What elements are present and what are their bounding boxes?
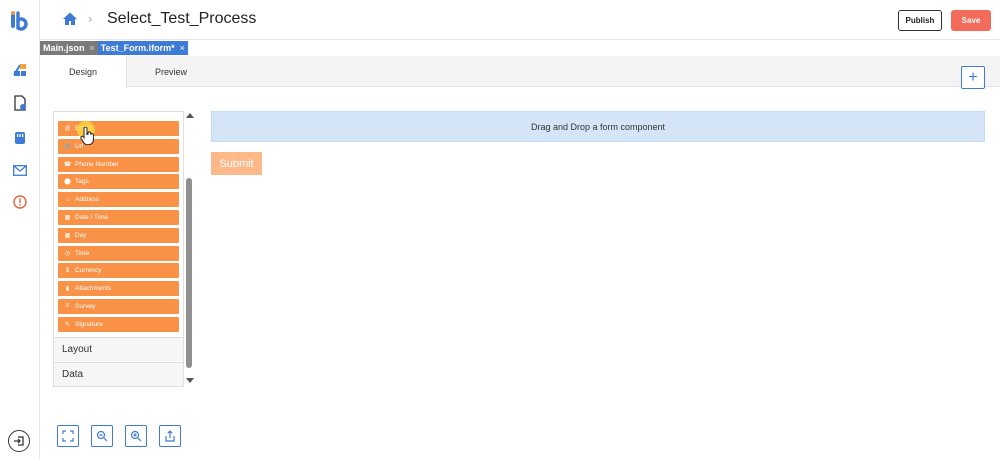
section-data[interactable]: Data: [54, 362, 183, 386]
tab-preview[interactable]: Preview: [127, 56, 215, 87]
flow-icon[interactable]: [10, 60, 30, 80]
at-icon: @: [64, 125, 71, 132]
palette-item-label: Date / Time: [75, 213, 109, 221]
clock-icon: ◷: [64, 250, 71, 257]
file-icon: ▮: [65, 286, 70, 293]
list-icon: ≡: [65, 303, 70, 310]
palette-item-label: Address: [75, 196, 99, 204]
palette-item-tags[interactable]: ⬤ Tags: [58, 174, 179, 190]
component-palette: @Email🔗Url☎Phone Number⬤Tags⌂Address▦Dat…: [53, 111, 184, 387]
link-icon: 🔗: [63, 143, 72, 150]
palette-item-label: Tags: [75, 178, 89, 186]
calendar-icon: ▦: [64, 232, 71, 239]
palette-item-label: Currency: [75, 267, 102, 275]
logout-icon[interactable]: [8, 430, 30, 452]
pen-icon: ✎: [64, 321, 71, 328]
palette-item-date-time[interactable]: ▦ Date / Time: [58, 209, 179, 225]
palette-item-label: Time: [75, 249, 90, 257]
home-icon: ⌂: [65, 196, 70, 203]
palette-item-label: Phone Number: [75, 160, 119, 168]
mail-icon[interactable]: [10, 160, 30, 180]
file-tab-label: Main.json: [43, 43, 85, 53]
document-icon[interactable]: [10, 93, 30, 113]
palette-item-survey[interactable]: ≡ Survey: [58, 298, 179, 314]
palette-item-label: Survey: [75, 302, 96, 310]
palette-item-url[interactable]: 🔗 Url: [58, 138, 179, 154]
zoom-in-icon[interactable]: [125, 425, 147, 447]
submit-button[interactable]: Submit: [211, 152, 262, 175]
palette-item-label: Day: [75, 231, 87, 239]
add-button[interactable]: +: [961, 66, 985, 89]
page-title: Select_Test_Process: [107, 10, 257, 27]
drop-zone[interactable]: Drag and Drop a form component: [211, 111, 985, 142]
hand-cursor-icon: [80, 127, 94, 145]
close-icon[interactable]: ×: [180, 43, 185, 53]
logo-icon[interactable]: [9, 10, 31, 32]
palette-item-day[interactable]: ▦ Day: [58, 227, 179, 243]
file-tab-main-json[interactable]: Main.json ×: [40, 41, 98, 55]
section-layout[interactable]: Layout: [54, 337, 183, 361]
fit-screen-icon[interactable]: [57, 425, 79, 447]
zoom-out-icon[interactable]: [91, 425, 113, 447]
tag-icon: ⬤: [64, 179, 71, 186]
view-tabs: Design Preview +: [40, 56, 1000, 89]
calendar-icon: ▦: [64, 214, 71, 221]
close-icon[interactable]: ×: [90, 43, 95, 53]
dollar-icon: $: [65, 267, 70, 274]
breadcrumb-separator: ›: [88, 11, 93, 26]
home-icon[interactable]: [62, 11, 78, 27]
left-rail: [0, 0, 40, 459]
save-button[interactable]: Save: [951, 10, 991, 31]
tab-design[interactable]: Design: [40, 56, 127, 88]
palette-item-attachments[interactable]: ▮ Attachments: [58, 281, 179, 297]
palette-item-label: Signature: [75, 320, 103, 328]
palette-item-label: Attachments: [75, 285, 112, 293]
palette-item-signature[interactable]: ✎ Signature: [58, 316, 179, 332]
publish-button[interactable]: Publish: [898, 10, 942, 31]
scroll-thumb[interactable]: [186, 178, 192, 368]
file-tab-test-form[interactable]: Test_Form.iform* ×: [97, 41, 188, 55]
scroll-up-arrow[interactable]: [186, 113, 194, 118]
palette-item-phone-number[interactable]: ☎ Phone Number: [58, 156, 179, 172]
palette-item-currency[interactable]: $ Currency: [58, 263, 179, 279]
palette-scrollbar[interactable]: [185, 111, 195, 387]
alert-icon[interactable]: [10, 192, 30, 212]
header-bar: › Select_Test_Process Publish Save: [40, 0, 1000, 40]
palette-item-address[interactable]: ⌂ Address: [58, 192, 179, 208]
app-root: › Select_Test_Process Publish Save Main.…: [0, 0, 1000, 459]
palette-item-time[interactable]: ◷ Time: [58, 245, 179, 261]
storage-icon[interactable]: [10, 128, 30, 148]
file-tabs: Main.json × Test_Form.iform* ×: [40, 41, 188, 55]
scroll-down-arrow[interactable]: [186, 378, 194, 383]
export-icon[interactable]: [159, 425, 181, 447]
phone-icon: ☎: [63, 161, 72, 168]
component-list: @Email🔗Url☎Phone Number⬤Tags⌂Address▦Dat…: [58, 121, 179, 335]
file-tab-label: Test_Form.iform*: [100, 43, 175, 53]
